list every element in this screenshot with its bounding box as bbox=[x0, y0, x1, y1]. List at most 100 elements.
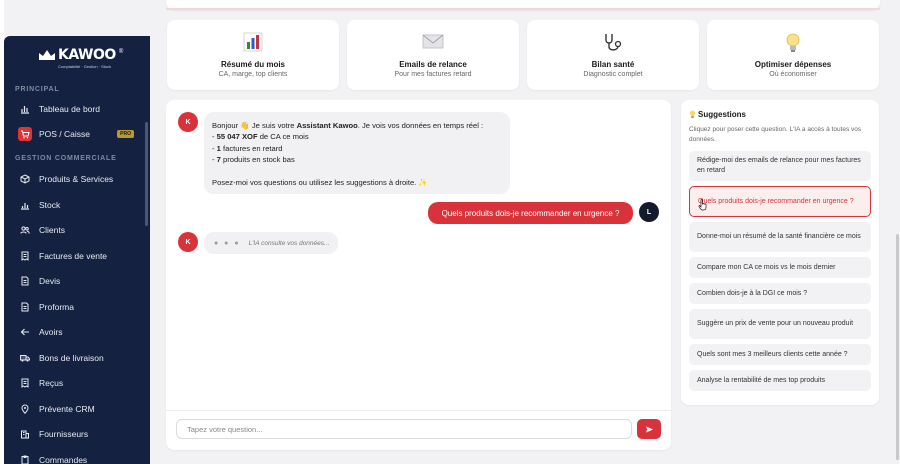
sidebar-item-delivery[interactable]: Bons de livraison bbox=[10, 347, 144, 369]
suggestions-description: Cliquez pour poser cette question. L'IA … bbox=[689, 126, 862, 143]
card-subtitle: Où économiser bbox=[769, 71, 817, 78]
stethoscope-icon bbox=[527, 32, 699, 54]
bar-chart-icon bbox=[18, 198, 32, 212]
lightbulb-icon bbox=[689, 110, 696, 118]
revenue-text: de CA ce mois bbox=[257, 132, 309, 142]
brand-tagline: Comptabilité · Gestion · Stock bbox=[58, 64, 112, 69]
suggestion-item[interactable]: Donne-moi un résumé de la santé financiè… bbox=[689, 222, 871, 252]
card-optimize-expenses[interactable]: Optimiser dépenses Où économiser bbox=[707, 20, 879, 90]
ai-message-bubble: Bonjour 👋 Je suis votre Assistant Kawoo.… bbox=[204, 112, 510, 194]
sidebar-item-label: Tableau de bord bbox=[39, 104, 100, 114]
sidebar-item-stock[interactable]: Stock bbox=[10, 194, 144, 216]
suggestion-item[interactable]: Analyse la rentabilité de mes top produi… bbox=[689, 370, 871, 391]
sidebar-item-clients[interactable]: Clients bbox=[10, 219, 144, 241]
clipboard-icon bbox=[18, 453, 32, 464]
intro-end-text: . Je vois vos données en temps réel : bbox=[357, 121, 484, 130]
sidebar-item-credit-notes[interactable]: Avoirs bbox=[10, 321, 144, 343]
cart-icon bbox=[18, 127, 32, 141]
card-subtitle: CA, marge, top clients bbox=[218, 71, 288, 78]
sidebar-item-suppliers[interactable]: Fournisseurs bbox=[10, 423, 144, 445]
suggestion-item[interactable]: Rédige-moi des emails de relance pour me… bbox=[689, 151, 871, 181]
revenue-value: 55 047 XOF bbox=[216, 132, 258, 142]
typing-indicator: ● ● ● L'IA consulte vos données... bbox=[204, 232, 338, 254]
sidebar-scrollbar[interactable] bbox=[145, 122, 148, 226]
sidebar-item-invoices[interactable]: Factures de vente bbox=[10, 245, 144, 267]
card-title: Résumé du mois bbox=[220, 60, 285, 69]
late-invoices-text: factures en retard bbox=[220, 143, 283, 153]
sidebar-item-products[interactable]: Produits & Services bbox=[10, 168, 144, 190]
user-avatar: L bbox=[639, 202, 659, 222]
divider bbox=[166, 410, 671, 411]
page-scrollbar[interactable] bbox=[896, 234, 899, 460]
users-icon bbox=[18, 223, 32, 237]
sidebar-item-crm[interactable]: Prévente CRM bbox=[10, 398, 144, 420]
cube-icon bbox=[18, 172, 32, 186]
sidebar-item-label: Proforma bbox=[39, 302, 74, 312]
suggestions-title-text: Suggestions bbox=[698, 110, 747, 119]
brand-logo[interactable]: KAWOO ® bbox=[38, 48, 123, 62]
send-icon bbox=[645, 425, 653, 433]
receipt-icon bbox=[18, 376, 32, 390]
sidebar-item-label: Factures de vente bbox=[39, 251, 108, 261]
card-monthly-summary[interactable]: Résumé du mois CA, marge, top clients bbox=[167, 20, 339, 90]
truck-icon bbox=[18, 351, 32, 365]
building-icon bbox=[18, 427, 32, 441]
send-button[interactable] bbox=[637, 419, 661, 439]
suggestion-item[interactable]: Suggère un prix de vente pour un nouveau… bbox=[689, 309, 871, 339]
low-stock-text: produits en stock bas bbox=[220, 155, 295, 165]
pro-badge: PRO bbox=[117, 130, 134, 138]
typing-text: L'IA consulte vos données... bbox=[248, 239, 330, 247]
sidebar-item-label: Prévente CRM bbox=[39, 404, 95, 414]
sidebar-item-label: Reçus bbox=[39, 378, 64, 388]
card-subtitle: Pour mes factures retard bbox=[394, 71, 472, 78]
sidebar-item-label: Avoirs bbox=[39, 327, 63, 337]
suggestion-item-active[interactable]: Quels produits dois-je recommander en ur… bbox=[689, 186, 871, 217]
sidebar-item-label: Clients bbox=[39, 225, 65, 235]
suggestion-item[interactable]: Quels sont mes 3 meilleurs clients cette… bbox=[689, 344, 871, 365]
card-reminder-emails[interactable]: Emails de relance Pour mes factures reta… bbox=[347, 20, 519, 90]
card-subtitle: Diagnostic complet bbox=[583, 71, 643, 78]
sidebar-item-quotes[interactable]: Devis bbox=[10, 270, 144, 292]
suggestion-item[interactable]: Combien dois-je à la DGI ce mois ? bbox=[689, 283, 871, 304]
registered-mark-icon: ® bbox=[118, 49, 124, 55]
sidebar-item-proforma[interactable]: Proforma bbox=[10, 296, 144, 318]
sidebar: KAWOO ® Comptabilité · Gestion · Stock P… bbox=[4, 36, 150, 464]
sidebar-item-receipts[interactable]: Reçus bbox=[10, 372, 144, 394]
sidebar-item-pos[interactable]: POS / Caisse PRO bbox=[10, 123, 144, 145]
sidebar-item-label: POS / Caisse bbox=[39, 129, 91, 139]
logo-mark-icon bbox=[38, 48, 56, 62]
sidebar-item-dashboard[interactable]: Tableau de bord bbox=[10, 98, 144, 120]
assistant-name: Assistant Kawoo bbox=[296, 121, 358, 130]
outro-text: Posez-moi vos questions ou utilisez les … bbox=[212, 177, 428, 187]
sidebar-item-label: Commandes bbox=[39, 455, 88, 464]
sidebar-item-label: Devis bbox=[39, 276, 61, 286]
chart-bars-icon bbox=[18, 102, 32, 116]
greeting-text: Bonjour 👋 Je suis votre bbox=[212, 121, 297, 130]
hand-cursor-icon bbox=[698, 199, 707, 211]
ai-avatar: K bbox=[178, 112, 198, 132]
brand-name: KAWOO bbox=[58, 47, 116, 63]
document-icon bbox=[18, 300, 32, 314]
chat-panel: K Bonjour 👋 Je suis votre Assistant Kawo… bbox=[166, 100, 671, 450]
ai-avatar: K bbox=[178, 232, 198, 252]
chat-input[interactable]: Tapez votre question... bbox=[176, 419, 632, 439]
top-banner bbox=[166, 0, 880, 10]
card-title: Optimiser dépenses bbox=[754, 60, 832, 69]
map-pin-icon bbox=[18, 402, 32, 416]
user-message-bubble: Quels produits dois-je recommander en ur… bbox=[428, 202, 633, 224]
section-label-gestion: GESTION COMMERCIALE bbox=[15, 155, 117, 162]
bar-chart-icon bbox=[167, 32, 339, 52]
card-title: Bilan santé bbox=[591, 60, 635, 69]
sidebar-item-label: Bons de livraison bbox=[39, 353, 104, 363]
card-health-check[interactable]: Bilan santé Diagnostic complet bbox=[527, 20, 699, 90]
suggestions-title: Suggestions bbox=[689, 110, 746, 119]
envelope-icon bbox=[347, 32, 519, 50]
suggestion-item[interactable]: Compare mon CA ce mois vs le mois dernie… bbox=[689, 257, 871, 278]
sidebar-item-orders[interactable]: Commandes bbox=[10, 449, 144, 464]
typing-dots: ● ● ● bbox=[214, 239, 241, 247]
arrow-left-icon bbox=[18, 325, 32, 339]
lightbulb-icon bbox=[707, 32, 879, 54]
receipt-icon bbox=[18, 249, 32, 263]
sidebar-item-label: Fournisseurs bbox=[39, 429, 89, 439]
section-label-principal: PRINCIPAL bbox=[15, 86, 60, 93]
